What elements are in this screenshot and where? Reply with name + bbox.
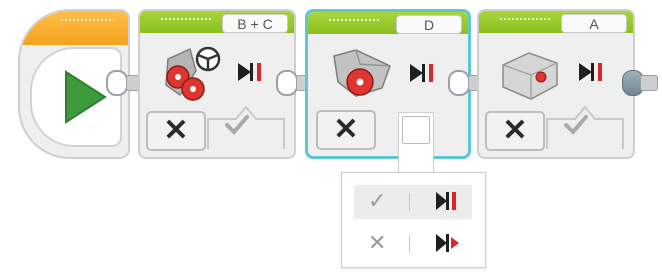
- off-mode-icon: ✕: [502, 114, 528, 147]
- brake-at-end-input[interactable]: [206, 105, 286, 151]
- port-selector-tab[interactable]: B + C: [222, 14, 288, 33]
- option-separator: [409, 235, 410, 253]
- cross-icon: ✕: [368, 230, 387, 255]
- medium-motor-icon: [502, 52, 558, 100]
- sequence-wire: [640, 75, 658, 91]
- option-separator: [409, 193, 410, 211]
- brake-stop-icon: [436, 192, 456, 210]
- port-selector-tab[interactable]: D: [396, 15, 462, 34]
- sequence-plug-start[interactable]: [106, 70, 128, 96]
- start-block-face[interactable]: [30, 47, 122, 147]
- brake-dropdown-trigger[interactable]: [398, 112, 434, 176]
- brake-stop-icon: [579, 63, 602, 81]
- mode-selector-button[interactable]: ✕: [316, 110, 376, 150]
- move-steering-block[interactable]: B + C ✕: [138, 9, 296, 159]
- large-motor-icon: [333, 49, 391, 97]
- start-block-cap: [20, 11, 128, 45]
- brake-at-end-dropdown: ✓ ✕: [341, 172, 486, 268]
- sequence-plug[interactable]: [276, 70, 298, 96]
- check-icon: [225, 115, 249, 135]
- sequence-plug[interactable]: [448, 70, 470, 96]
- brake-option[interactable]: ✓: [354, 185, 472, 219]
- brake-stop-icon: [238, 63, 261, 81]
- mode-selector-button[interactable]: ✕: [146, 111, 206, 151]
- check-icon: ✓: [368, 188, 387, 213]
- brake-at-end-input[interactable]: [545, 105, 625, 151]
- mode-selector-button[interactable]: ✕: [485, 111, 545, 151]
- off-mode-icon: ✕: [163, 114, 189, 147]
- large-motor-block[interactable]: D ✕: [305, 9, 471, 159]
- brake-stop-icon: [410, 64, 433, 82]
- play-icon[interactable]: [62, 69, 108, 125]
- medium-motor-block[interactable]: A ✕: [477, 9, 635, 159]
- steering-motor-icon: [165, 46, 221, 101]
- port-selector-tab[interactable]: A: [561, 14, 627, 33]
- coast-option[interactable]: ✕: [354, 227, 472, 261]
- check-icon: [564, 115, 588, 135]
- current-value-box: [402, 116, 430, 144]
- off-mode-icon: ✕: [333, 113, 359, 146]
- coast-icon: [436, 234, 459, 252]
